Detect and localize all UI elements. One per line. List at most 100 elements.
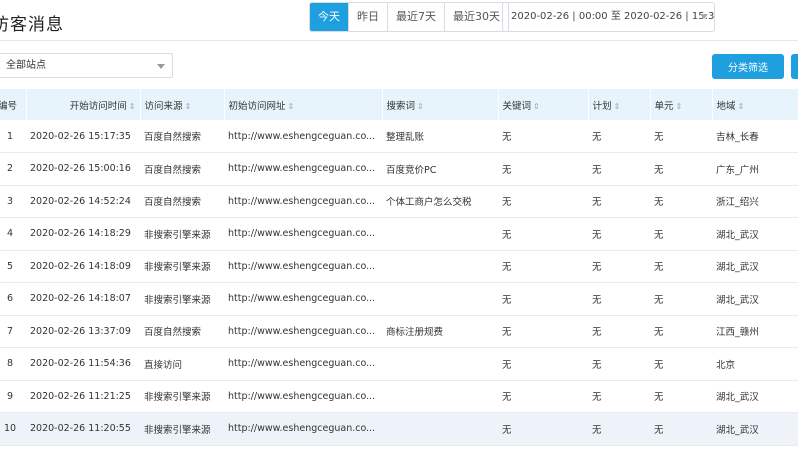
cell-search-term (382, 282, 498, 316)
cell-keyword: 无 (498, 347, 588, 381)
tab-yesterday[interactable]: 昨日 (348, 3, 387, 31)
cell-region: 北京 (712, 347, 798, 381)
cell-region: 湖北_武汉 (712, 217, 798, 251)
cell-id: 1 (0, 120, 26, 153)
cell-plan: 无 (588, 120, 650, 153)
cell-id: 8 (0, 347, 26, 381)
cell-keyword: 无 (498, 152, 588, 186)
table-header-row: 编号 开始访问时间 ⇕ 访问来源 ⇕ 初始访问网址 ⇕ 搜索词 ⇕ 关键词 ⇕ 计划 ⇕ 单… (0, 89, 798, 120)
cell-search-term: 商标注册规费 (382, 315, 498, 348)
cell-id: 4 (0, 217, 26, 251)
table-row[interactable]: 2 2020-02-26 15:00:16 百度自然搜索 http://www.esh… (0, 152, 798, 186)
cell-plan: 无 (588, 380, 650, 413)
cell-start-time: 2020-02-26 14:18:09 (26, 250, 140, 283)
cell-region: 湖北_武汉 (712, 250, 798, 283)
cell-region: 广东_广州 (712, 152, 798, 186)
sort-icon: ⇕ (287, 101, 295, 111)
cell-region: 湖北_武汉 (712, 380, 798, 413)
cell-unit: 无 (650, 282, 712, 316)
column-header-url[interactable]: 初始访问网址 ⇕ (224, 89, 383, 120)
cell-url[interactable]: http://www.eshengceguan.co... (224, 217, 382, 251)
cell-plan: 无 (588, 152, 650, 186)
cell-search-term (382, 380, 498, 413)
cell-url[interactable]: http://www.eshengceguan.co... (224, 380, 382, 413)
cell-search-term: 百度竞价PC (382, 152, 498, 186)
cell-region: 湖北_武汉 (712, 412, 798, 446)
cell-plan: 无 (588, 347, 650, 381)
cell-search-term (382, 250, 498, 283)
cell-plan: 无 (588, 185, 650, 218)
date-range-picker[interactable]: 2020-02-26 | 00:00 至 2020-02-26 | 15:39 (502, 2, 715, 32)
cell-plan: 无 (588, 217, 650, 251)
table-row[interactable]: 3 2020-02-26 14:52:24 百度自然搜索 http://www.esh… (0, 185, 798, 218)
cell-plan: 无 (588, 412, 650, 446)
cell-id: 2 (0, 152, 26, 186)
cell-search-term (382, 412, 498, 446)
table-row[interactable]: 4 2020-02-26 14:18:29 非搜索引擎来源 http://www.es… (0, 217, 798, 251)
cell-id: 6 (0, 282, 26, 316)
cell-start-time: 2020-02-26 14:52:24 (26, 185, 140, 218)
header-divider (0, 40, 798, 41)
cell-unit: 无 (650, 380, 712, 413)
cell-url[interactable]: http://www.eshengceguan.co... (224, 250, 382, 283)
sort-icon: ⇕ (675, 101, 683, 111)
cell-url[interactable]: http://www.eshengceguan.co... (224, 185, 382, 218)
cell-unit: 无 (650, 412, 712, 446)
cell-region: 吉林_长春 (712, 120, 798, 153)
table-row[interactable]: 8 2020-02-26 11:54:36 直接访问 http://www.eshen… (0, 347, 798, 381)
cell-url[interactable]: http://www.eshengceguan.co... (224, 120, 382, 153)
table-row[interactable]: 1 2020-02-26 15:17:35 百度自然搜索 http://www.esh… (0, 120, 798, 153)
cell-source: 百度自然搜索 (140, 152, 224, 186)
table-row[interactable]: 5 2020-02-26 14:18:09 非搜索引擎来源 http://www.es… (0, 250, 798, 283)
cell-region: 江西_赣州 (712, 315, 798, 348)
cell-source: 百度自然搜索 (140, 185, 224, 218)
table-row[interactable]: 6 2020-02-26 14:18:07 非搜索引擎来源 http://www.es… (0, 282, 798, 316)
cell-source: 非搜索引擎来源 (140, 380, 224, 413)
cell-url[interactable]: http://www.eshengceguan.co... (224, 282, 382, 316)
column-header-region[interactable]: 地域 ⇕ (712, 89, 798, 120)
cell-source: 直接访问 (140, 347, 224, 381)
column-header-plan[interactable]: 计划 ⇕ (588, 89, 651, 120)
tab-last-30-days[interactable]: 最近30天 (444, 3, 508, 31)
table-row[interactable]: 9 2020-02-26 11:21:25 非搜索引擎来源 http://www.es… (0, 380, 798, 413)
cell-keyword: 无 (498, 380, 588, 413)
column-header-source[interactable]: 访问来源 ⇕ (140, 89, 225, 120)
cell-source: 非搜索引擎来源 (140, 282, 224, 316)
cell-start-time: 2020-02-26 15:00:16 (26, 152, 140, 186)
column-header-search-term[interactable]: 搜索词 ⇕ (382, 89, 499, 120)
sort-icon: ⇕ (613, 101, 621, 111)
table-row[interactable]: 7 2020-02-26 13:37:09 百度自然搜索 http://www.esh… (0, 315, 798, 348)
cell-unit: 无 (650, 152, 712, 186)
date-range-value: 2020-02-26 | 00:00 至 2020-02-26 | 15:39 (511, 11, 715, 22)
cell-keyword: 无 (498, 217, 588, 251)
cell-unit: 无 (650, 185, 712, 218)
cell-url[interactable]: http://www.eshengceguan.co... (224, 152, 382, 186)
site-select[interactable]: 全部站点 (0, 53, 173, 78)
cell-unit: 无 (650, 315, 712, 348)
cell-keyword: 无 (498, 250, 588, 283)
cell-start-time: 2020-02-26 14:18:29 (26, 217, 140, 251)
table-row[interactable]: 10 2020-02-26 11:20:55 非搜索引擎来源 http://www.e… (0, 412, 798, 446)
cell-keyword: 无 (498, 185, 588, 218)
cell-url[interactable]: http://www.eshengceguan.co... (224, 412, 382, 446)
sort-icon: ⇕ (533, 101, 540, 111)
tab-last-7-days[interactable]: 最近7天 (387, 3, 444, 31)
extra-action-button[interactable] (791, 54, 798, 79)
cell-url[interactable]: http://www.eshengceguan.co... (224, 315, 382, 348)
column-header-unit[interactable]: 单元 ⇕ (650, 89, 713, 120)
site-select-value: 全部站点 (6, 60, 46, 71)
cell-unit: 无 (650, 250, 712, 283)
cell-source: 非搜索引擎来源 (140, 250, 224, 283)
chevron-down-icon (157, 64, 165, 69)
sort-icon: ⇕ (737, 101, 745, 111)
category-filter-button[interactable]: 分类筛选 (712, 54, 784, 79)
table-body: 1 2020-02-26 15:17:35 百度自然搜索 http://www.esh… (0, 120, 798, 446)
sort-icon: ⇕ (128, 101, 136, 111)
column-header-id[interactable]: 编号 (0, 89, 27, 120)
cell-search-term: 整理乱账 (382, 120, 498, 153)
column-header-keyword[interactable]: 关键词 ⇕ (498, 89, 589, 120)
cell-unit: 无 (650, 120, 712, 153)
cell-url[interactable]: http://www.eshengceguan.co... (224, 347, 382, 381)
tab-today[interactable]: 今天 (310, 3, 348, 31)
column-header-start-time[interactable]: 开始访问时间 ⇕ (26, 89, 141, 120)
